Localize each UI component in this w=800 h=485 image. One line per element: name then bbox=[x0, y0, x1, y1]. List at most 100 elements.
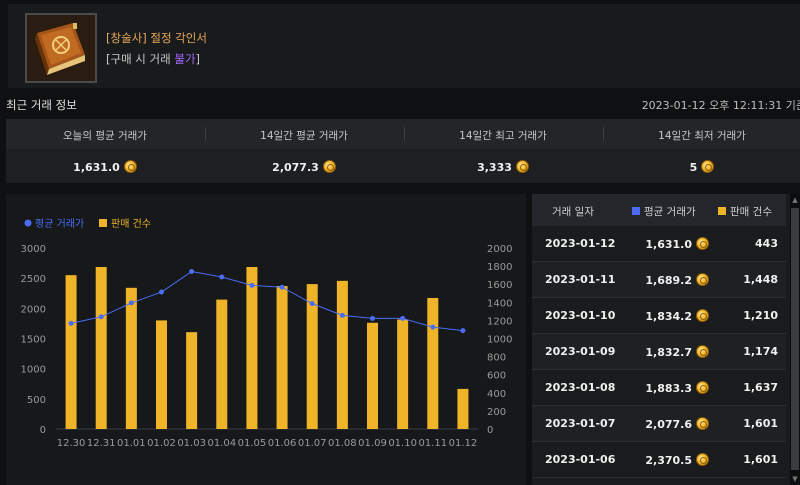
bar-sales-count bbox=[336, 280, 348, 429]
point-avg-price bbox=[68, 320, 74, 326]
row-price: 1,834.2 bbox=[645, 309, 709, 323]
y-right-tick-label: 800 bbox=[487, 353, 506, 364]
scroll-up-arrow-icon[interactable]: ▲ bbox=[791, 196, 799, 204]
point-avg-price bbox=[400, 315, 406, 321]
point-avg-price bbox=[189, 269, 195, 275]
x-tick-label: 12.30 bbox=[57, 438, 86, 449]
gold-coin-icon bbox=[515, 160, 529, 173]
row-count: 443 bbox=[755, 237, 778, 250]
x-tick-label: 01.01 bbox=[117, 438, 146, 449]
gold-coin-icon bbox=[696, 345, 709, 358]
row-date: 2023-01-08 bbox=[545, 381, 616, 394]
gold-coin-icon bbox=[696, 381, 709, 394]
row-price-text: 1,834.2 bbox=[645, 310, 692, 323]
point-avg-price bbox=[309, 301, 315, 307]
engraving-book-icon bbox=[25, 13, 97, 83]
table-scrollbar[interactable]: ▲ ▼ bbox=[790, 194, 800, 485]
legend-square-icon bbox=[718, 207, 726, 215]
section-title: 최근 거래 정보 bbox=[6, 98, 77, 112]
x-tick-label: 01.04 bbox=[207, 438, 236, 449]
point-avg-price bbox=[249, 282, 255, 288]
row-price: 1,832.7 bbox=[645, 345, 709, 359]
row-price: 2,077.6 bbox=[645, 417, 709, 431]
x-tick-label: 01.12 bbox=[449, 438, 478, 449]
point-avg-price bbox=[370, 315, 375, 321]
gold-coin-icon bbox=[696, 453, 709, 466]
summary-value-today-avg: 1,631.0 bbox=[6, 160, 204, 174]
row-date: 2023-01-12 bbox=[545, 237, 616, 250]
x-tick-label: 01.06 bbox=[268, 438, 297, 449]
bar-sales-count bbox=[367, 322, 378, 429]
point-avg-price bbox=[430, 324, 436, 330]
legend-square-icon bbox=[632, 207, 640, 215]
x-tick-label: 01.09 bbox=[358, 438, 387, 449]
y-left-tick-label: 500 bbox=[27, 395, 46, 406]
y-right-tick-label: 1000 bbox=[487, 335, 512, 346]
bar-sales-count bbox=[65, 275, 77, 429]
point-avg-price bbox=[460, 328, 466, 334]
header-date: 거래 일자 bbox=[552, 206, 594, 218]
row-price: 1,631.0 bbox=[645, 237, 709, 251]
row-price-text: 1,689.2 bbox=[645, 274, 692, 287]
legend-label-sales-count: 판매 건수 bbox=[111, 218, 151, 230]
y-left-tick-label: 1500 bbox=[21, 335, 46, 346]
row-count: 1,210 bbox=[743, 309, 778, 322]
bar-sales-count bbox=[125, 287, 137, 429]
y-left-tick-label: 3000 bbox=[21, 244, 46, 255]
table-row: 2023-01-08 1,883.3 1,637 bbox=[532, 370, 786, 406]
bar-sales-count bbox=[216, 299, 228, 429]
y-right-tick-label: 400 bbox=[487, 389, 506, 400]
y-right-tick-label: 1800 bbox=[487, 262, 512, 273]
y-right-tick-label: 2000 bbox=[487, 244, 512, 255]
bar-sales-count bbox=[276, 286, 288, 429]
timestamp: 2023-01-12 오후 12:11:31 기준 bbox=[641, 99, 800, 112]
table-row: 2023-01-11 1,689.2 1,448 bbox=[532, 262, 786, 298]
gold-coin-icon bbox=[696, 417, 709, 430]
x-tick-label: 01.07 bbox=[298, 438, 327, 449]
scroll-thumb[interactable] bbox=[791, 208, 799, 470]
row-price-text: 1,832.7 bbox=[645, 346, 692, 359]
scroll-down-arrow-icon[interactable]: ▼ bbox=[791, 475, 799, 483]
gold-coin-icon bbox=[696, 273, 709, 286]
price-summary: 오늘의 평균 거래가 14일간 평균 거래가 14일간 최고 거래가 14일간 … bbox=[6, 119, 800, 183]
x-tick-label: 01.10 bbox=[388, 438, 417, 449]
value-text: 3,333 bbox=[477, 161, 512, 174]
legend-marker-avg-price bbox=[24, 219, 32, 227]
x-tick-label: 01.05 bbox=[238, 438, 267, 449]
item-trade-info: [구매 시 거래 불가] bbox=[106, 51, 200, 67]
y-right-tick-label: 1400 bbox=[487, 298, 512, 309]
header-count-label: 판매 건수 bbox=[730, 206, 772, 218]
header-price: 평균 거래가 bbox=[632, 204, 696, 219]
y-right-tick-label: 0 bbox=[487, 425, 493, 436]
row-price-text: 1,883.3 bbox=[645, 382, 692, 395]
gold-coin-icon bbox=[123, 160, 137, 173]
row-price-text: 2,370.5 bbox=[645, 454, 692, 467]
table-row: 2023-01-07 2,077.6 1,601 bbox=[532, 406, 786, 442]
trade-status: 불가 bbox=[174, 52, 196, 66]
x-tick-label: 12.31 bbox=[87, 438, 116, 449]
table-row: 2023-01-12 1,631.0 443 bbox=[532, 226, 786, 262]
gold-coin-icon bbox=[701, 160, 715, 173]
y-right-tick-label: 1600 bbox=[487, 280, 512, 291]
point-avg-price bbox=[279, 284, 285, 290]
x-tick-label: 01.08 bbox=[328, 438, 357, 449]
y-left-tick-label: 2500 bbox=[21, 274, 46, 285]
bar-sales-count bbox=[156, 320, 167, 429]
bar-sales-count bbox=[397, 319, 409, 429]
point-avg-price bbox=[159, 289, 164, 295]
summary-value-14d-avg: 2,077.3 bbox=[205, 160, 403, 174]
y-left-tick-label: 1000 bbox=[21, 365, 46, 376]
y-left-tick-label: 0 bbox=[40, 425, 46, 436]
price-chart: 평균 거래가 판매 건수 0 500 1000 1500 2000 2500 3000 0 200 4… bbox=[21, 218, 513, 449]
summary-label-today-avg: 오늘의 평균 거래가 bbox=[63, 130, 147, 142]
value-text: 5 bbox=[689, 161, 698, 174]
row-price: 1,883.3 bbox=[645, 381, 709, 395]
row-count: 1,601 bbox=[743, 417, 778, 430]
item-name: [창술사] 절정 각인서 bbox=[106, 31, 207, 45]
bar-sales-count bbox=[457, 388, 469, 429]
row-date: 2023-01-07 bbox=[545, 417, 616, 430]
table-row: 2023-01-06 2,370.5 1,601 bbox=[532, 442, 786, 478]
header-count: 판매 건수 bbox=[718, 204, 772, 219]
row-date: 2023-01-11 bbox=[545, 273, 616, 286]
x-tick-label: 01.02 bbox=[147, 438, 176, 449]
